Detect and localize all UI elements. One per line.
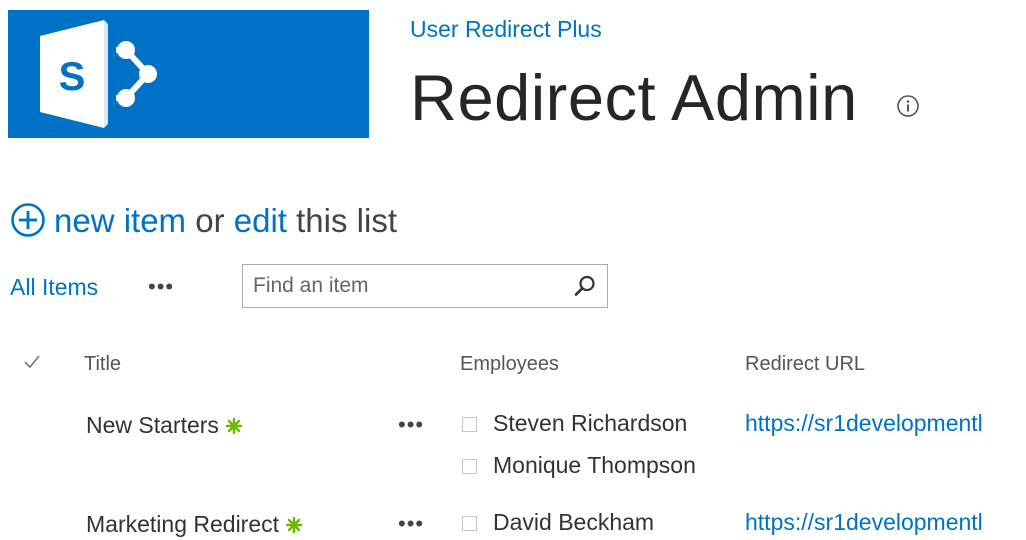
row-title-text: Marketing Redirect [86,511,280,537]
row-title[interactable]: Marketing Redirect [86,511,303,538]
view-all-items-link[interactable]: All Items [10,274,98,301]
employee-name: Monique Thompson [493,452,696,478]
edit-list-link[interactable]: edit [234,202,287,239]
info-icon[interactable] [896,94,920,118]
search-input[interactable] [243,265,563,307]
new-item-link[interactable]: new item [54,202,186,239]
new-item-bar: new item or edit this list [10,198,397,244]
row-title-text: New Starters [86,412,219,438]
site-logo[interactable]: S [8,10,369,138]
column-header-redirect-url[interactable]: Redirect URL [745,353,865,376]
redirect-url-link[interactable]: https://sr1developmentl [745,509,1026,536]
row-title[interactable]: New Starters [86,412,243,439]
row-more-ellipsis[interactable]: ••• [398,511,424,537]
employee-entry[interactable]: Steven Richardson [462,410,687,437]
redirect-url-link[interactable]: https://sr1developmentl [745,410,1026,437]
site-name-link[interactable]: User Redirect Plus [410,16,602,43]
employee-entry[interactable]: David Beckham [462,509,654,536]
search-icon[interactable] [573,274,597,298]
employee-name: David Beckham [493,509,655,535]
select-all-checkmark-icon[interactable] [22,352,42,372]
sharepoint-logo-icon: S [40,20,157,128]
new-item-badge-icon [225,414,243,435]
employee-entry[interactable]: Monique Thompson [462,452,696,479]
add-circle-icon[interactable] [10,202,46,238]
this-list-text: this list [296,202,397,239]
new-item-badge-icon [285,513,303,534]
checkbox-icon[interactable] [462,516,477,531]
checkbox-icon[interactable] [462,417,477,432]
page: S User Redirect Plus Redirect Admin new … [0,0,1026,540]
column-header-employees[interactable]: Employees [460,353,559,376]
row-more-ellipsis[interactable]: ••• [398,412,424,438]
checkbox-icon[interactable] [462,459,477,474]
or-text: or [195,202,225,239]
view-more-ellipsis[interactable]: ••• [148,274,174,300]
column-header-title[interactable]: Title [84,353,121,376]
svg-text:S: S [59,55,86,99]
employee-name: Steven Richardson [493,410,688,436]
search-box [242,264,608,308]
page-title: Redirect Admin [410,61,858,134]
